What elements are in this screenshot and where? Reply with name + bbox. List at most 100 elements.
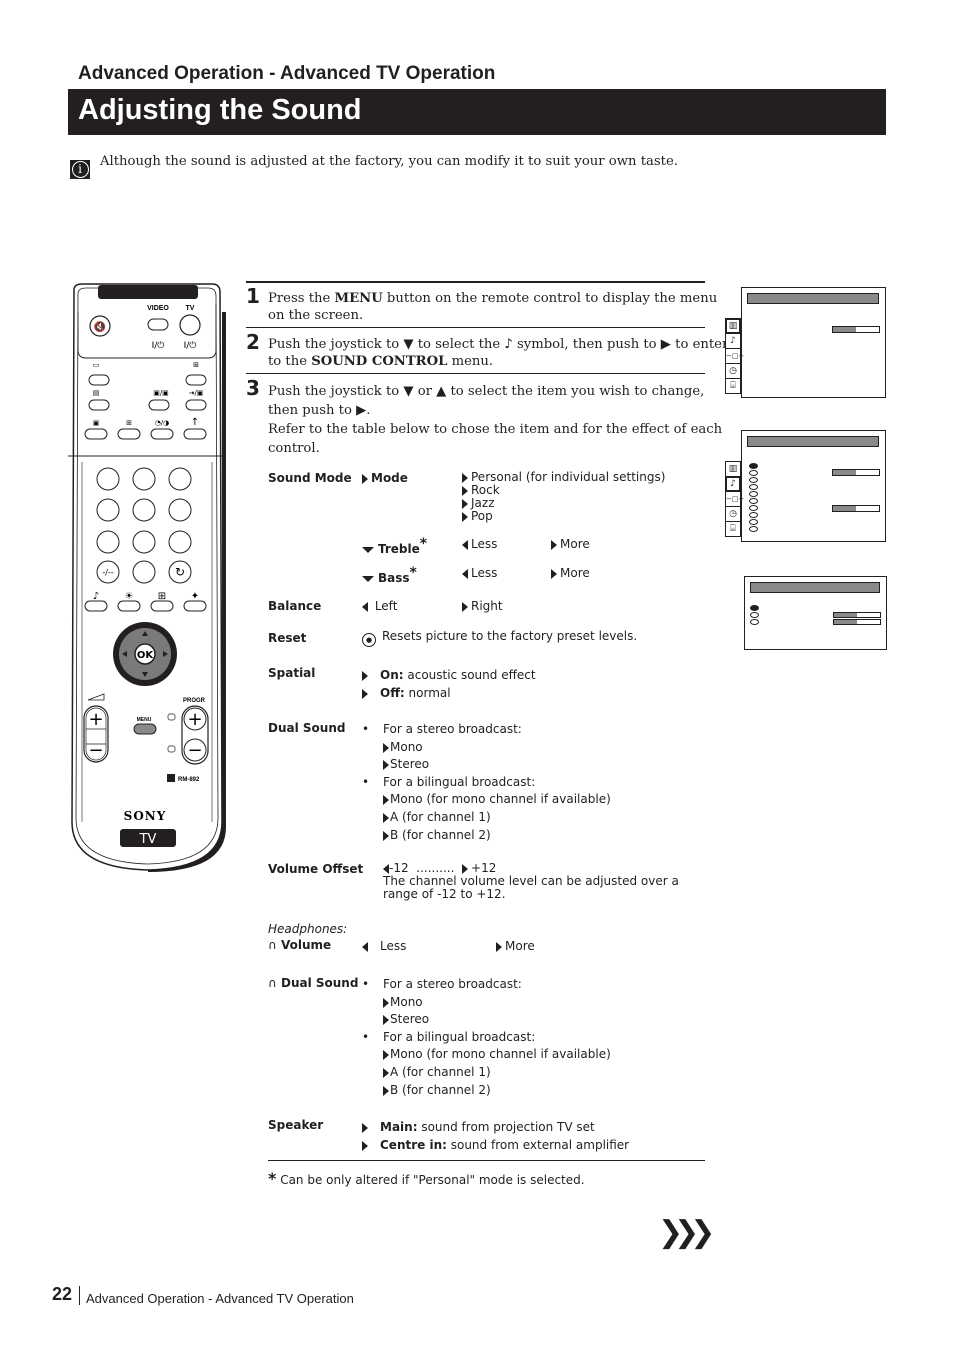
osd-title-bar [747, 293, 879, 304]
osd-treble-slider [833, 612, 881, 618]
arrow-right-icon [383, 1015, 389, 1026]
osd-item [750, 612, 759, 618]
balance-right: Right [462, 599, 503, 613]
step-1-number: 1 [246, 284, 260, 308]
headphone-dual-sound-options: • For a stereo broadcast: Mono Stereo • Fo… [362, 977, 611, 1097]
volume-minus: − [88, 740, 103, 761]
svg-text:🔇: 🔇 [94, 320, 106, 333]
tv-label: TV [186, 305, 195, 312]
osd-level-fill [833, 327, 856, 332]
arrow-right-icon [462, 499, 468, 509]
jump-icon: ↻ [175, 565, 185, 579]
arrow-right-icon [462, 486, 468, 496]
arrow-left-icon [462, 540, 468, 550]
headphone-volume-less: Less [362, 939, 406, 953]
headphone-dual-sound-label: ∩ Dual Sound [268, 976, 359, 990]
footnote-rule [268, 1160, 705, 1161]
osd-item [749, 526, 758, 532]
arrow-right-icon [462, 864, 469, 874]
program-minus: − [187, 740, 202, 761]
video-power-button [147, 318, 169, 331]
music-note-icon: ♪ [725, 476, 741, 492]
arrow-right-icon [551, 540, 557, 550]
reset-label: Reset [268, 631, 307, 645]
clock-icon: ◷ [725, 363, 741, 379]
arrow-right-icon [383, 760, 389, 771]
speaker-label: Speaker [268, 1118, 324, 1132]
next-page-icon: ❯❯❯ [658, 1215, 716, 1250]
osd-item [749, 491, 758, 497]
svg-text:▭: ▭ [93, 361, 100, 369]
headphones-heading: Headphones: [268, 922, 348, 936]
osd-level-slider [832, 326, 880, 333]
step-1-text: Press the MENU button on the remote cont… [268, 291, 718, 323]
headphone-icon: ∩ [268, 976, 277, 990]
position-icon: ✦ [191, 591, 199, 602]
page-title: Adjusting the Sound [78, 94, 362, 126]
mode-label: Mode [362, 471, 408, 485]
menu-button [133, 723, 157, 735]
balance-left: Left [362, 599, 397, 613]
remote-control-illustration: 🔇 VIDEO TV I/⏻ I/⏻ ▭ ⊞ ▤ ▣/▣ ⇥/▣ ▣ ⊞ ◔/◑… [68, 283, 226, 872]
steps-top-rule [246, 281, 705, 283]
tv-power-symbol: I/⏻ [184, 340, 197, 351]
program-plus: + [187, 709, 202, 730]
svg-text:↑: ↑ [191, 417, 199, 428]
arrow-right-icon [462, 473, 468, 483]
brand-logo: SONY [124, 809, 167, 823]
screen-icon: ⊞ [158, 591, 166, 602]
osd-item [749, 505, 758, 511]
step-3-number: 3 [246, 376, 260, 400]
video-label: VIDEO [147, 305, 169, 312]
connection-icon: −□− [725, 491, 744, 507]
reset-button-icon: ● [362, 633, 376, 647]
osd-screen-main-menu [741, 287, 886, 398]
volume-offset-description: -12 .......... +12 The channel volume le… [383, 861, 679, 901]
arrow-right-icon [362, 689, 368, 699]
arrow-right-icon [383, 742, 389, 753]
reset-description: ● Resets picture to the factory preset le… [362, 629, 637, 647]
osd-item [749, 498, 758, 504]
svg-text:▣/▣: ▣/▣ [153, 389, 169, 397]
osd-item [749, 484, 758, 490]
headphone-icon: ∩ [268, 938, 277, 952]
ok-label: OK [137, 650, 155, 661]
arrow-right-icon [362, 1141, 368, 1151]
osd-item [749, 470, 758, 476]
bass-less: Less [462, 566, 497, 580]
osd-menu-tabs: ▥ ♪ −□− ◷ ⌸ [725, 318, 744, 394]
picture-icon: ▥ [725, 318, 741, 334]
osd-item [749, 519, 758, 525]
osd-item [749, 512, 758, 518]
svg-text:▤: ▤ [93, 389, 100, 397]
step-2-number: 2 [246, 330, 260, 354]
arrow-down-icon [362, 547, 374, 553]
arrow-right-icon [462, 602, 468, 612]
arrow-right-icon [462, 512, 468, 522]
menu-label: MENU [137, 717, 152, 723]
step-2-text: Push the joystick to ▼ to select the ♪ s… [268, 337, 729, 369]
sound-mode-label: Sound Mode [268, 471, 352, 485]
joystick: OK [113, 622, 177, 686]
brightness-icon: ☀ [125, 591, 134, 602]
osd-screen-sound-control [741, 430, 886, 542]
osd-item [750, 619, 759, 625]
arrow-right-icon [383, 1067, 389, 1078]
osd-item-selected [750, 605, 759, 611]
toolbox-icon: ⌸ [725, 378, 741, 394]
treble-label: Treble* [362, 537, 427, 556]
tv-badge: TV [139, 832, 157, 847]
footer-separator [79, 1286, 80, 1305]
osd-item-selected [749, 463, 758, 469]
treble-more: More [551, 537, 590, 551]
picture-icon: ▥ [725, 461, 741, 477]
arrow-right-icon [383, 812, 389, 823]
arrow-right-icon [383, 795, 389, 806]
mute-button: 🔇 [89, 315, 111, 337]
svg-text:▣: ▣ [93, 419, 100, 427]
speaker-options: Main: sound from projection TV set Centr… [362, 1118, 629, 1154]
headphone-volume-more: More [496, 939, 535, 953]
osd-item [749, 477, 758, 483]
step-divider [246, 373, 705, 374]
section-title: Advanced Operation - Advanced TV Operati… [78, 63, 496, 84]
